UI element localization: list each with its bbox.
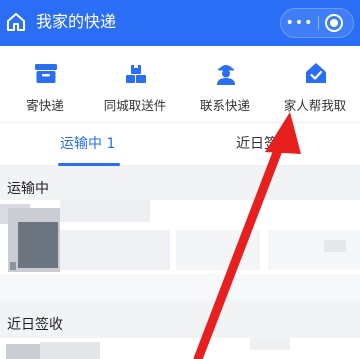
parcel-thumbnail-inner	[18, 222, 58, 268]
page-title: 我家的快递	[36, 12, 117, 31]
boxes-icon	[126, 65, 146, 83]
shortcut-label: 联系快递	[199, 98, 250, 113]
home-icon[interactable]	[6, 12, 26, 32]
shortcut-label: 同城取送件	[103, 98, 167, 113]
parcel-card[interactable]	[0, 200, 360, 300]
shortcut-contact-courier[interactable]: 联系快递	[180, 46, 270, 122]
shortcut-label: 家人帮我取	[283, 98, 347, 113]
mini-program-capsule: •••	[280, 8, 354, 38]
blurred-content	[250, 338, 290, 350]
close-button[interactable]	[325, 14, 343, 32]
shortcut-label: 寄快递	[26, 98, 64, 113]
tab-active-indicator	[58, 163, 120, 166]
more-button[interactable]: •••	[281, 9, 318, 37]
blurred-content	[0, 274, 360, 300]
tab-recent-signed[interactable]: 近日签收	[236, 135, 278, 153]
blurred-content	[268, 230, 360, 270]
shortcut-bar: 寄快递 同城取送件 联系快递 家人帮我取	[0, 46, 360, 122]
shortcut-send-parcel[interactable]: 寄快递	[0, 46, 90, 122]
blurred-content	[10, 262, 16, 270]
parcel-box-icon	[35, 64, 57, 83]
blurred-content	[6, 344, 40, 359]
blurred-content	[324, 240, 346, 252]
shortcut-same-city[interactable]: 同城取送件	[90, 46, 180, 122]
section-title-in-transit: 运输中	[7, 181, 49, 197]
blurred-content	[60, 230, 170, 270]
blurred-content	[60, 200, 150, 222]
tab-bar: 运输中 1 近日签收	[0, 122, 360, 166]
parcel-card[interactable]	[0, 338, 360, 359]
blurred-content	[40, 342, 100, 359]
shortcut-family-pickup[interactable]: 家人帮我取	[270, 46, 360, 122]
capsule-divider	[318, 16, 319, 30]
header-bar: 我家的快递 •••	[0, 0, 360, 46]
tab-in-transit[interactable]: 运输中 1	[60, 135, 115, 153]
courier-person-icon	[217, 65, 235, 85]
blurred-content	[176, 230, 260, 270]
home-check-icon	[306, 63, 326, 83]
section-title-recent: 近日签收	[7, 317, 63, 333]
